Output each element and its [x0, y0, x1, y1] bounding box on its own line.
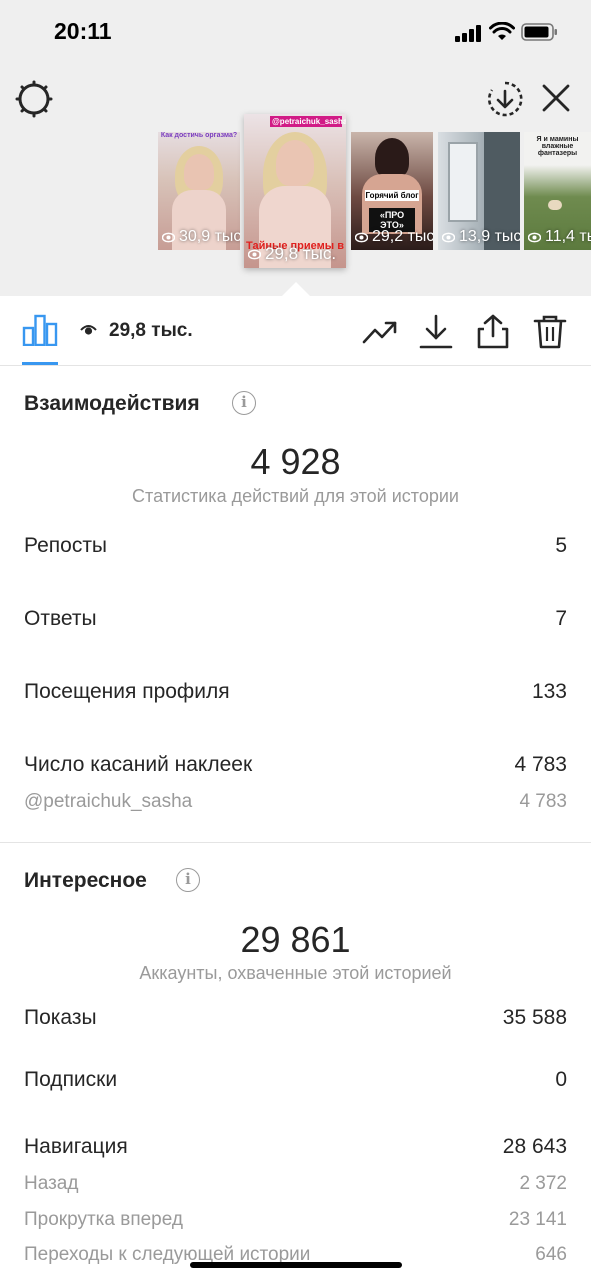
home-indicator[interactable] — [190, 1262, 402, 1268]
metric-value-impressions: 35 588 — [502, 1006, 567, 1029]
story-thumbnail[interactable]: 13,9 тыс. — [438, 132, 520, 250]
story-view-count: 11,4 тыс. — [528, 228, 591, 246]
eye-icon — [528, 232, 541, 242]
metric-subvalue-mention: 4 783 — [519, 791, 567, 812]
download-icon[interactable] — [418, 314, 454, 350]
metric-value-navigation: 28 643 — [502, 1135, 567, 1158]
share-icon[interactable] — [475, 314, 511, 350]
eye-icon — [248, 249, 261, 259]
story-view-count: 29,2 тыс. — [355, 228, 433, 246]
metric-value-follows: 0 — [555, 1068, 567, 1091]
metric-value-replies: 7 — [555, 607, 567, 630]
metric-value-reposts: 5 — [555, 534, 567, 557]
close-icon[interactable] — [540, 82, 572, 114]
story-thumbnail[interactable]: Я и мамины влажные фантазеры 11,4 тыс. — [524, 132, 591, 250]
metric-subvalue-next-story: 646 — [535, 1244, 567, 1265]
section-title-discovery: Интересное — [24, 869, 147, 892]
metric-label-replies: Ответы — [24, 607, 97, 630]
metric-label-navigation: Навигация — [24, 1135, 128, 1158]
insights-bar-chart-icon[interactable] — [22, 314, 58, 346]
metric-label-reposts: Репосты — [24, 534, 108, 557]
metric-subvalue-forward: 23 141 — [508, 1209, 567, 1230]
metric-label-profile-visits: Посещения профиля — [24, 680, 230, 703]
total-views: 29,8 тыс. — [109, 320, 193, 341]
metric-value-sticker-taps: 4 783 — [514, 753, 567, 776]
story-view-count: 30,9 тыс. — [162, 228, 240, 246]
eye-icon — [80, 325, 97, 335]
interactions-subtitle: Статистика действий для этой истории — [132, 486, 459, 506]
metric-value-profile-visits: 133 — [531, 680, 567, 703]
cellular-signal-icon — [455, 24, 485, 42]
interactions-total: 4 928 — [250, 441, 341, 482]
delete-trash-icon[interactable] — [532, 314, 568, 350]
discovery-subtitle: Аккаунты, охваченные этой историей — [139, 963, 452, 983]
status-time: 20:11 — [54, 18, 112, 44]
metric-label-sticker-taps: Число касаний наклеек — [24, 753, 253, 776]
story-strip-area: 20:11 Как достичь оргазма? 30,9 тыс. @pe… — [0, 0, 591, 296]
info-icon[interactable]: i — [176, 868, 200, 892]
active-tab-underline — [22, 362, 58, 365]
section-divider — [0, 842, 591, 843]
story-thumbnail-selected[interactable]: @petraichuk_sasha Тайные приемы в 29,8 т… — [244, 114, 346, 268]
eye-icon — [162, 232, 175, 242]
story-view-count: 13,9 тыс. — [442, 228, 520, 246]
story-caption: Я и мамины влажные фантазеры — [536, 136, 579, 157]
status-bar: 20:11 — [0, 0, 591, 64]
insights-toolbar: 29,8 тыс. — [0, 296, 591, 366]
metric-label-follows: Подписки — [24, 1068, 118, 1091]
save-download-icon[interactable] — [486, 80, 524, 118]
story-caption: Как достичь оргазма? — [160, 132, 238, 139]
story-thumbnail[interactable]: Как достичь оргазма? 30,9 тыс. — [158, 132, 240, 250]
info-icon[interactable]: i — [232, 391, 256, 415]
selected-story-pointer — [282, 282, 310, 296]
discovery-total: 29 861 — [240, 919, 351, 960]
metric-sublabel-mention[interactable]: @petraichuk_sasha — [24, 791, 192, 813]
settings-gear-icon[interactable] — [15, 80, 53, 118]
battery-icon — [521, 23, 557, 41]
metric-sublabel-forward: Прокрутка вперед — [24, 1209, 183, 1230]
eye-icon — [355, 232, 368, 242]
eye-icon — [442, 232, 455, 242]
wifi-icon — [489, 22, 515, 40]
story-view-count: 29,8 тыс. — [248, 244, 336, 264]
story-thumbnail[interactable]: Горячий блог «ПРО ЭТО» 29,2 тыс. — [351, 132, 433, 250]
story-caption: Горячий блог — [365, 190, 419, 201]
section-title-interactions: Взаимодействия — [24, 392, 200, 415]
trending-chart-icon[interactable] — [362, 314, 398, 350]
metric-label-impressions: Показы — [24, 1006, 97, 1029]
metric-sublabel-back: Назад — [24, 1173, 79, 1194]
story-caption: @petraichuk_sasha — [270, 116, 346, 127]
metric-subvalue-back: 2 372 — [519, 1173, 567, 1194]
